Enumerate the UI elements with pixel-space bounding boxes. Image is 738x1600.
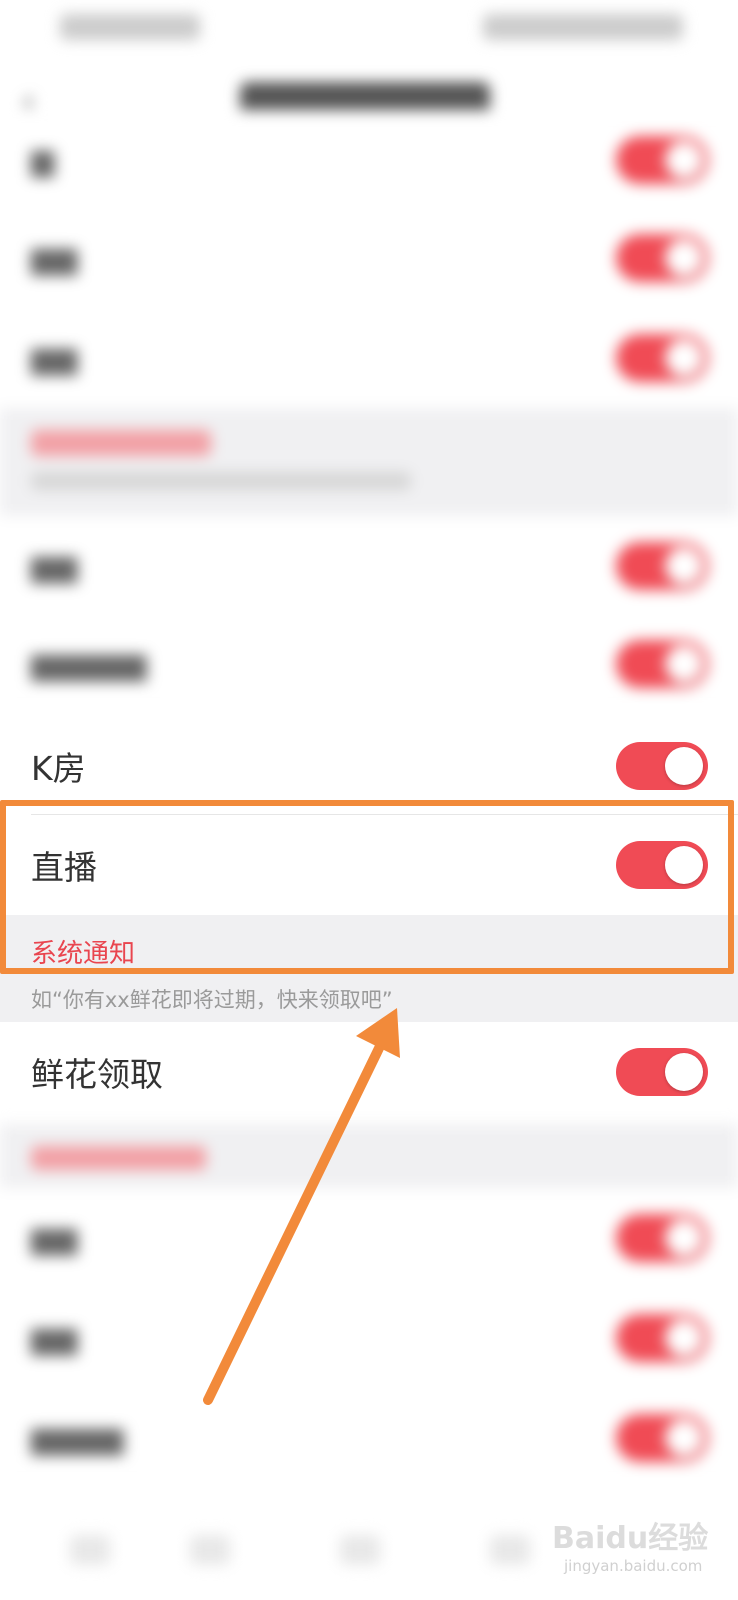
settings-screen: ‹ ▆ ▆▆ ▆▆ ▆▆ ▆▆▆▆▆ K房 直播 系统通知 如“你有xx鲜花即将… [0,0,738,1600]
watermark: Baidu经验 jingyan.baidu.com [552,1497,732,1587]
watermark-logo: Baidu经验 [552,1521,709,1556]
watermark-url: jingyan.baidu.com [564,1557,703,1575]
arrow-shaft [203,1037,387,1405]
annotation-arrow [203,1008,400,1405]
